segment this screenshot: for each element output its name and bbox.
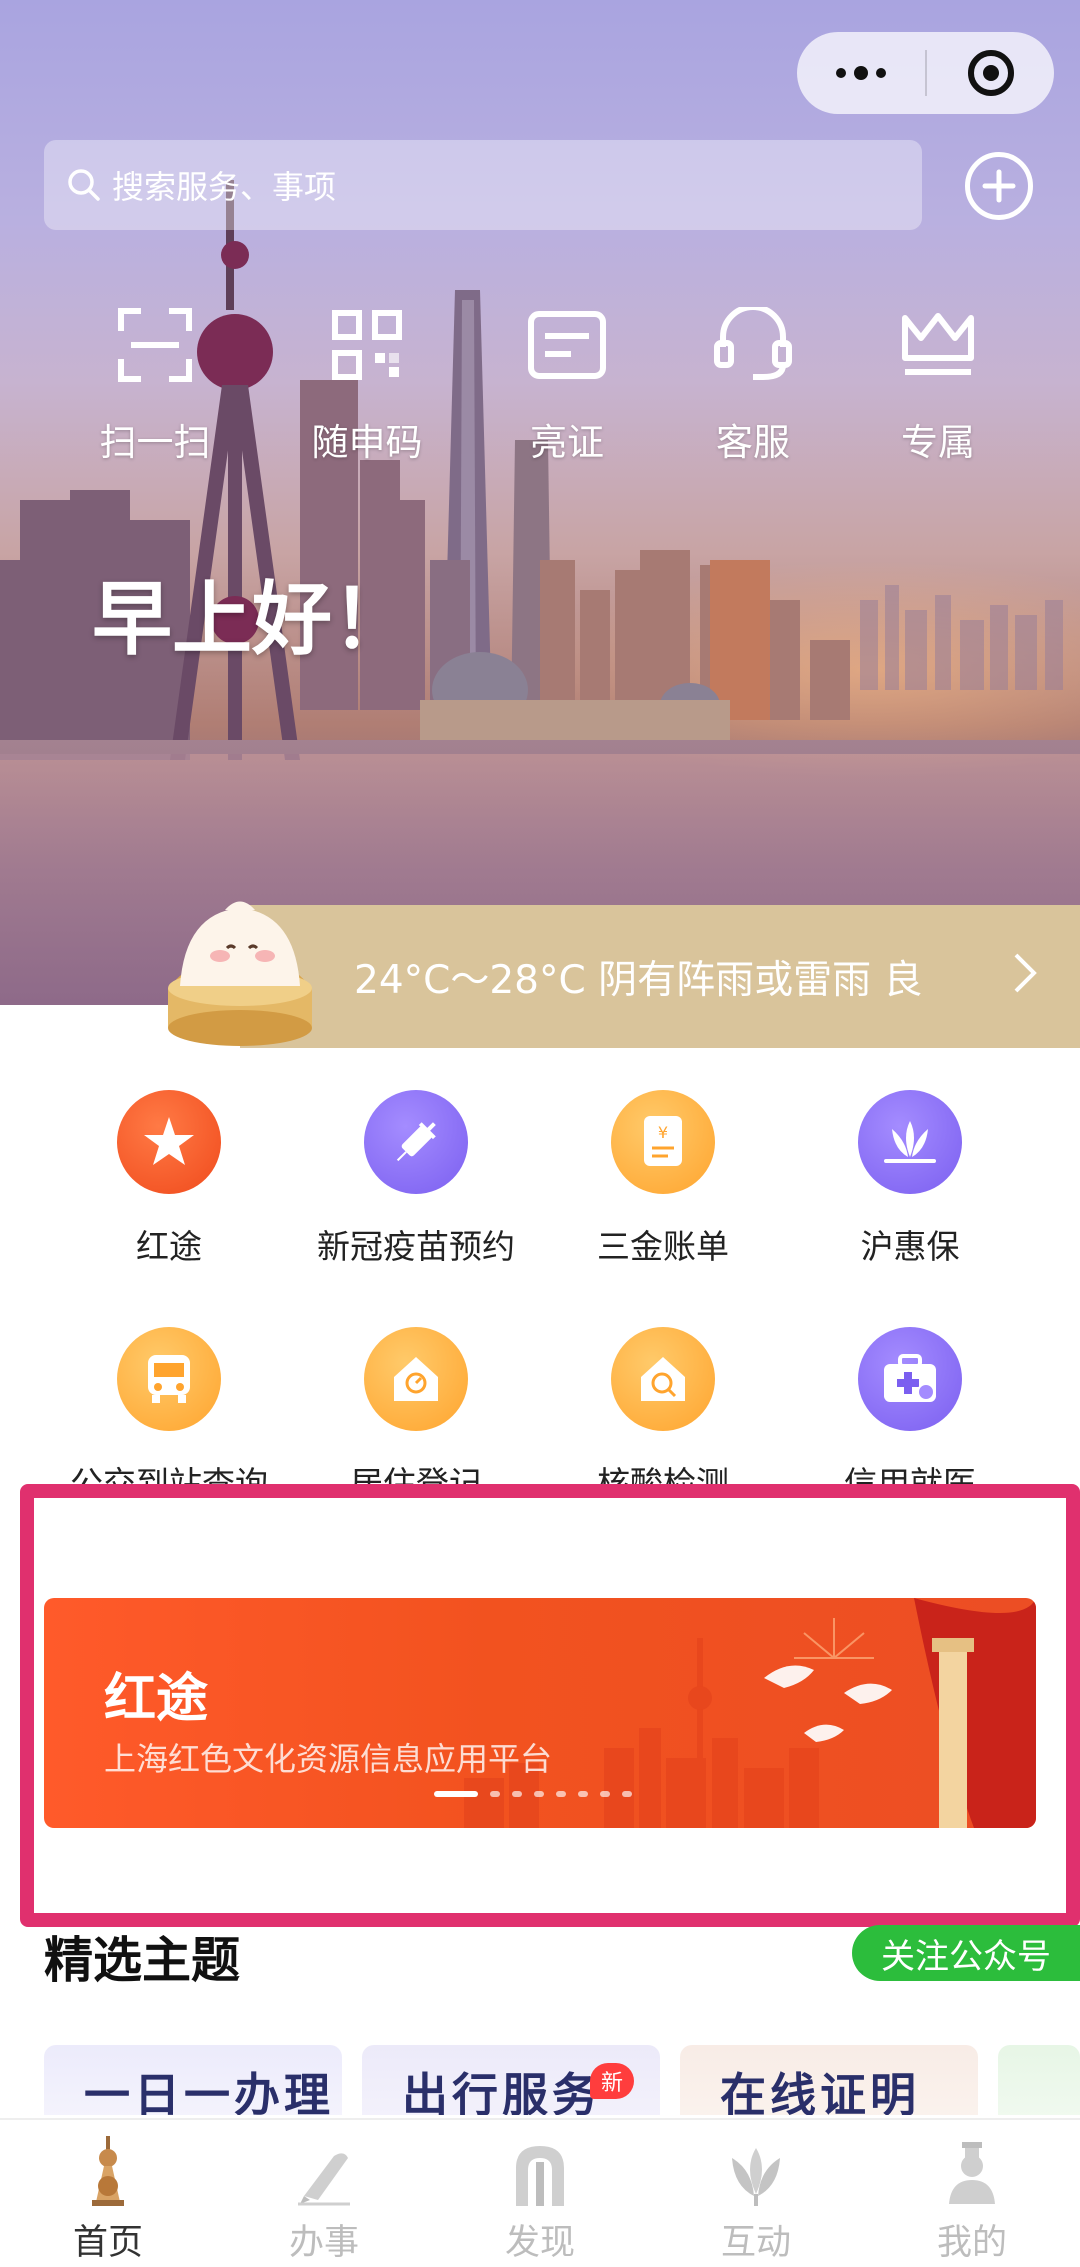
quick-action-scan[interactable]: 扫一扫 — [70, 300, 240, 466]
person-icon — [949, 2142, 995, 2204]
tab-label: 互动 — [720, 2223, 791, 2263]
chevron-right-icon — [1014, 953, 1037, 993]
quick-action-label: 客服 — [716, 421, 790, 464]
qr-code-icon — [332, 310, 402, 380]
bill-icon: ¥ — [611, 1090, 715, 1194]
tab-home[interactable]: 首页 — [0, 2120, 216, 2267]
quick-action-label: 扫一扫 — [99, 421, 211, 464]
banner-subtitle: 上海红色文化资源信息应用平台 — [104, 1740, 553, 1778]
tab-label: 发现 — [504, 2223, 575, 2263]
follow-official-account-button[interactable]: 关注公众号 — [852, 1925, 1080, 1981]
home-tower-icon — [92, 2136, 124, 2206]
service-red-route[interactable]: 红途 — [45, 1090, 293, 1268]
search-input[interactable]: 搜索服务、事项 — [44, 140, 922, 230]
add-button[interactable] — [965, 152, 1033, 220]
quick-actions-bar: 扫一扫 随申码 亮证 客服 专属 — [0, 300, 1080, 470]
quick-action-label: 随申码 — [311, 421, 423, 464]
service-bus-arrival[interactable]: 公交到站查询 — [45, 1327, 293, 1505]
topic-cards: 一日一办理 出行服务 新 在线证明 — [0, 2045, 1080, 2115]
red-route-icon — [117, 1090, 221, 1194]
pen-icon — [298, 2153, 350, 2206]
carousel-dot — [512, 1791, 522, 1797]
medical-kit-icon — [858, 1327, 962, 1431]
lotus-icon — [858, 1090, 962, 1194]
service-label: 三金账单 — [597, 1227, 729, 1266]
topic-card-title: 在线证明 — [720, 2068, 920, 2115]
quick-action-exclusive[interactable]: 专属 — [853, 300, 1023, 466]
carousel-dot — [534, 1791, 544, 1797]
topic-card-title: 出行服务 — [402, 2068, 602, 2115]
tab-discover[interactable]: 发现 — [432, 2120, 648, 2267]
tab-label: 我的 — [936, 2223, 1007, 2263]
quick-action-show-id[interactable]: 亮证 — [482, 300, 652, 466]
xiaolongbao-mascot-icon — [168, 901, 312, 1046]
weather-bar[interactable]: 24°C～28°C 阴有阵雨或雷雨 良 — [240, 905, 1080, 1048]
miniprogram-capsule — [797, 32, 1054, 114]
carousel-dot — [578, 1791, 588, 1797]
syringe-icon — [364, 1090, 468, 1194]
bottom-tab-bar: 首页 办事 发现 互动 我的 — [0, 2118, 1080, 2267]
carousel-dot — [622, 1791, 632, 1797]
section-title: 精选主题 — [44, 1932, 241, 1989]
id-card-icon — [528, 311, 606, 379]
scan-icon — [118, 308, 192, 382]
service-huhuibao[interactable]: 沪惠保 — [786, 1090, 1034, 1268]
tab-label: 首页 — [72, 2223, 143, 2263]
topic-card[interactable]: 在线证明 — [680, 2045, 978, 2115]
search-icon — [68, 169, 100, 201]
tab-profile[interactable]: 我的 — [864, 2120, 1080, 2267]
service-label: 沪惠保 — [860, 1227, 960, 1266]
search-placeholder: 搜索服务、事项 — [112, 168, 337, 206]
service-label: 新冠疫苗预约 — [317, 1227, 515, 1266]
service-grid: 红途 新冠疫苗预约 ¥ 三金账单 沪惠保 公交到站查询 居住登记 核酸检测 — [0, 1090, 1080, 1503]
plus-icon — [982, 169, 1016, 203]
topic-card-title: 一日一办理 — [84, 2068, 334, 2115]
bus-icon — [117, 1327, 221, 1431]
carousel-dot — [556, 1791, 566, 1797]
magnolia-icon — [732, 2148, 780, 2206]
new-badge: 新 — [590, 2063, 634, 2099]
close-miniprogram-icon[interactable] — [927, 32, 1054, 114]
banner-title: 红途 — [104, 1669, 209, 1729]
carousel-dot-active — [434, 1791, 478, 1797]
service-residence-registration[interactable]: 居住登记 — [292, 1327, 540, 1505]
quick-action-label: 专属 — [901, 421, 975, 464]
carousel-dot — [490, 1791, 500, 1797]
greeting-text: 早上好！ — [92, 573, 412, 666]
quick-action-health-code[interactable]: 随申码 — [282, 300, 452, 466]
quick-action-label: 亮证 — [530, 421, 604, 464]
tab-services[interactable]: 办事 — [216, 2120, 432, 2267]
test-icon — [611, 1327, 715, 1431]
topic-card[interactable]: 出行服务 新 — [362, 2045, 660, 2115]
service-covid-vaccine[interactable]: 新冠疫苗预约 — [292, 1090, 540, 1268]
topic-card-partial[interactable] — [998, 2045, 1080, 2115]
quick-action-customer-service[interactable]: 客服 — [668, 300, 838, 466]
weather-text: 24°C～28°C 阴有阵雨或雷雨 良 — [354, 957, 923, 1003]
tab-interact[interactable]: 互动 — [648, 2120, 864, 2267]
service-credit-medical[interactable]: 信用就医 — [786, 1327, 1034, 1505]
service-three-funds-bill[interactable]: ¥ 三金账单 — [539, 1090, 787, 1268]
crown-icon — [902, 313, 974, 375]
svg-text:¥: ¥ — [658, 1123, 668, 1142]
service-nucleic-test[interactable]: 核酸检测 — [539, 1327, 787, 1505]
arch-icon — [516, 2146, 564, 2206]
more-options-icon[interactable] — [797, 32, 925, 114]
carousel-dot — [600, 1791, 610, 1797]
promo-banner-carousel[interactable]: 红途 上海红色文化资源信息应用平台 — [44, 1598, 1036, 1828]
tab-label: 办事 — [288, 2223, 359, 2263]
carousel-indicator — [434, 1791, 632, 1797]
house-icon — [364, 1327, 468, 1431]
headset-icon — [714, 307, 792, 380]
topic-card[interactable]: 一日一办理 — [44, 2045, 342, 2115]
service-label: 红途 — [136, 1227, 202, 1266]
